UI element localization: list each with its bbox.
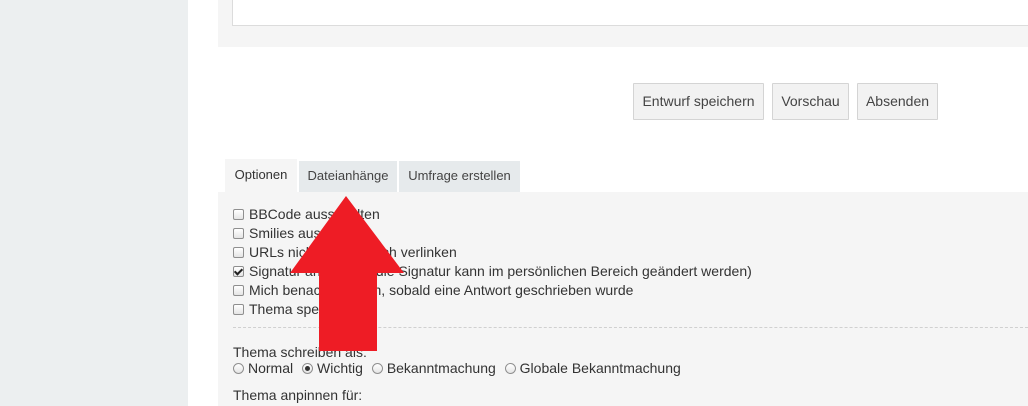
option-attach-signature[interactable]: Signatur anhängen (die Signatur kann im … <box>233 262 752 281</box>
checkbox[interactable] <box>233 228 244 239</box>
checkbox[interactable] <box>233 285 244 296</box>
option-notify[interactable]: Mich benachrichtigen, sobald eine Antwor… <box>233 281 633 300</box>
checkbox[interactable] <box>233 266 244 277</box>
tab-options[interactable]: Optionen <box>225 159 297 192</box>
option-label: BBCode ausschalten <box>249 206 380 222</box>
preview-button[interactable]: Vorschau <box>772 83 849 120</box>
option-label: Smilies ausschalten <box>249 225 373 241</box>
radio-label: Globale Bekanntmachung <box>519 360 681 376</box>
radio-button[interactable] <box>233 363 244 374</box>
save-draft-button[interactable]: Entwurf speichern <box>633 83 764 120</box>
tab-create-poll[interactable]: Umfrage erstellen <box>399 161 520 192</box>
pin-topic-label: Thema anpinnen für: <box>233 387 363 403</box>
divider <box>233 327 1028 328</box>
radio-global-announcement[interactable]: Globale Bekanntmachung <box>504 359 681 378</box>
checkbox[interactable] <box>233 209 244 220</box>
option-label: Thema sperren <box>249 301 344 317</box>
option-disable-magic-urls[interactable]: URLs nicht automatisch verlinken <box>233 243 457 262</box>
option-lock-topic[interactable]: Thema sperren <box>233 300 344 319</box>
option-label: Mich benachrichtigen, sobald eine Antwor… <box>249 282 634 298</box>
topic-type-radio-group: Normal Wichtig Bekanntmachung Globale Be… <box>233 359 686 378</box>
radio-sticky[interactable]: Wichtig <box>302 359 363 378</box>
radio-normal[interactable]: Normal <box>233 359 293 378</box>
radio-label: Wichtig <box>317 360 363 376</box>
radio-button[interactable] <box>371 363 383 374</box>
radio-label: Normal <box>248 360 294 376</box>
message-textarea[interactable] <box>232 0 1028 26</box>
option-label: URLs nicht automatisch verlinken <box>249 244 457 260</box>
tab-attachments[interactable]: Dateianhänge <box>299 161 397 192</box>
radio-button[interactable] <box>504 363 516 374</box>
option-disable-bbcode[interactable]: BBCode ausschalten <box>233 205 380 224</box>
checkbox[interactable] <box>233 247 244 258</box>
option-disable-smilies[interactable]: Smilies ausschalten <box>233 224 373 243</box>
submit-button[interactable]: Absenden <box>857 83 938 120</box>
checkbox[interactable] <box>233 304 244 315</box>
radio-label: Bekanntmachung <box>386 360 496 376</box>
radio-button[interactable] <box>302 363 314 374</box>
option-label: Signatur anhängen (die Signatur kann im … <box>249 263 752 279</box>
left-sidebar <box>0 0 188 406</box>
radio-announcement[interactable]: Bekanntmachung <box>371 359 496 378</box>
